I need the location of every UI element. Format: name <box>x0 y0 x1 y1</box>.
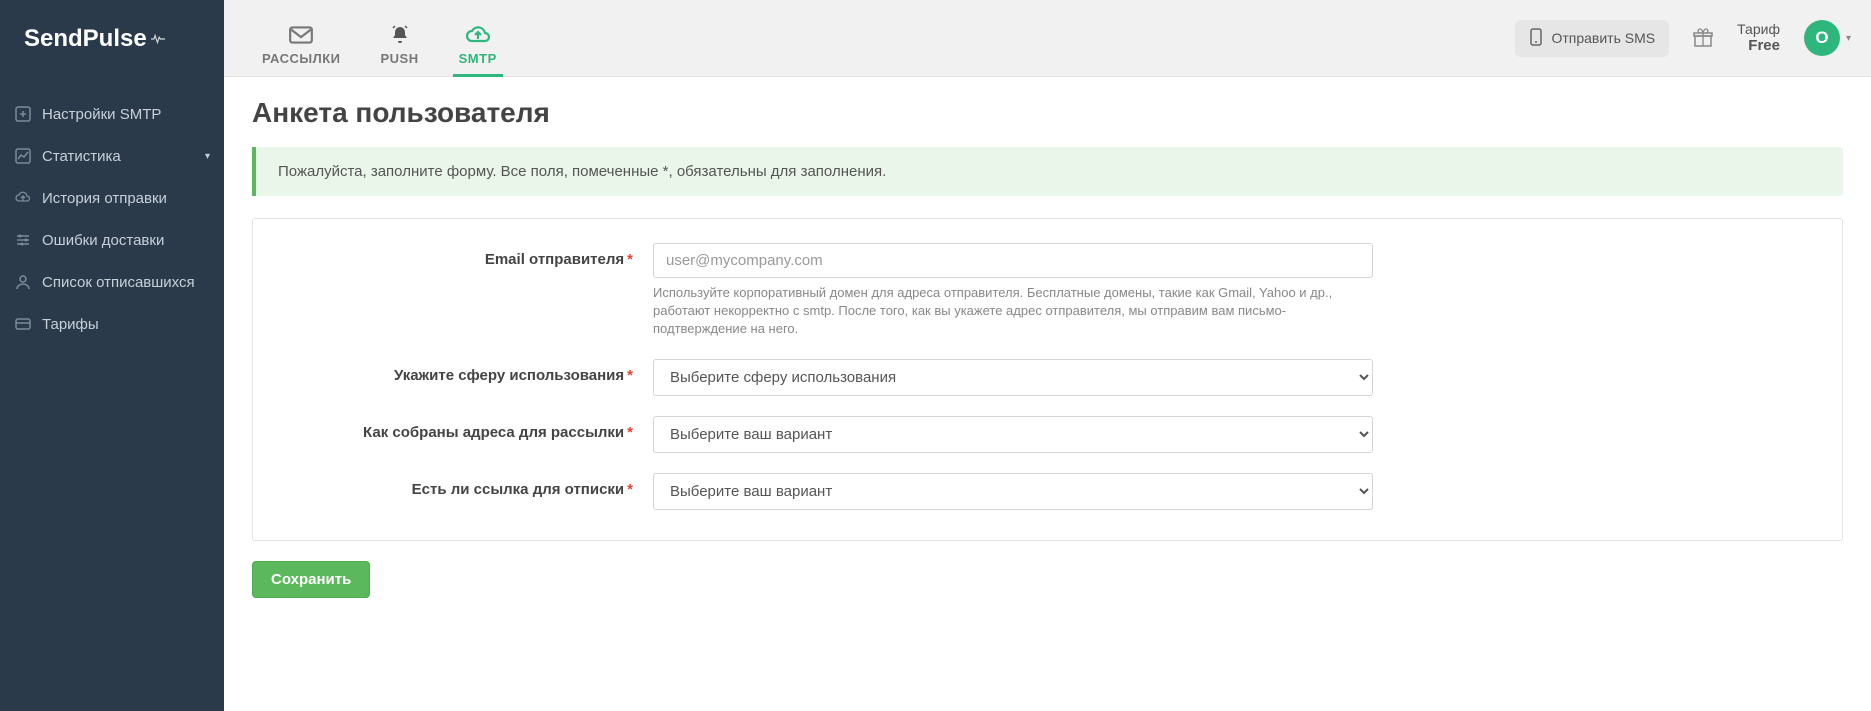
brand-logo[interactable]: SendPulse <box>0 0 224 77</box>
sidebar-item-unsubscribed[interactable]: Список отписавшихся <box>0 261 224 303</box>
tab-mailings[interactable]: РАССЫЛКИ <box>256 0 347 76</box>
tab-push[interactable]: PUSH <box>375 0 425 76</box>
tab-label: РАССЫЛКИ <box>262 51 341 66</box>
cloud-upload-icon <box>464 21 492 49</box>
alert-success: Пожалуйста, заполните форму. Все поля, п… <box>252 147 1843 196</box>
gift-icon[interactable] <box>1693 28 1713 48</box>
sidebar-item-label: Список отписавшихся <box>42 274 195 291</box>
top-tabs: РАССЫЛКИ PUSH SMTP <box>224 0 503 76</box>
avatar: O <box>1804 20 1840 56</box>
send-sms-button[interactable]: Отправить SMS <box>1515 20 1669 57</box>
sidebar-item-smtp-settings[interactable]: Настройки SMTP <box>0 93 224 135</box>
brand-name: SendPulse <box>24 25 147 53</box>
sidebar-item-tariffs[interactable]: Тарифы <box>0 303 224 345</box>
usage-label: Укажите сферу использования* <box>273 359 633 384</box>
tariff-value: Free <box>1737 37 1780 55</box>
tab-smtp[interactable]: SMTP <box>453 0 503 76</box>
form-row-email: Email отправителя* Используйте корпорати… <box>273 243 1822 339</box>
alert-text: Пожалуйста, заполните форму. Все поля, п… <box>278 163 886 180</box>
sidebar-item-label: Настройки SMTP <box>42 106 161 123</box>
sidebar-nav: Настройки SMTP Статистика ▾ История отпр… <box>0 77 224 345</box>
tariff-block: Тариф Free <box>1737 21 1780 56</box>
content: Анкета пользователя Пожалуйста, заполнит… <box>224 77 1871 711</box>
sidebar-item-label: История отправки <box>42 190 167 207</box>
topbar: РАССЫЛКИ PUSH SMTP Отправить SMS Тариф F… <box>224 0 1871 77</box>
upload-cloud-icon <box>14 189 32 207</box>
source-label: Как собраны адреса для рассылки* <box>273 416 633 441</box>
source-select[interactable]: Выберите ваш вариант <box>653 416 1373 453</box>
sidebar: SendPulse Настройки SMTP Статистика ▾ Ис… <box>0 0 224 711</box>
page-title: Анкета пользователя <box>252 97 1843 129</box>
user-menu[interactable]: O ▾ <box>1804 20 1851 56</box>
required-mark: * <box>627 367 633 384</box>
form-row-unsub: Есть ли ссылка для отписки* Выберите ваш… <box>273 473 1822 510</box>
required-mark: * <box>627 424 633 441</box>
sms-button-label: Отправить SMS <box>1551 30 1655 46</box>
tariff-label: Тариф <box>1737 21 1780 38</box>
topbar-right: Отправить SMS Тариф Free O ▾ <box>1515 0 1871 76</box>
sidebar-item-errors[interactable]: Ошибки доставки <box>0 219 224 261</box>
email-help-text: Используйте корпоративный домен для адре… <box>653 284 1373 339</box>
bell-icon <box>388 21 412 49</box>
chevron-down-icon: ▾ <box>205 151 210 162</box>
sliders-icon <box>14 231 32 249</box>
main: Анкета пользователя Пожалуйста, заполнит… <box>224 0 1871 711</box>
sidebar-item-label: Статистика <box>42 148 121 165</box>
unsub-label: Есть ли ссылка для отписки* <box>273 473 633 498</box>
unsub-select[interactable]: Выберите ваш вариант <box>653 473 1373 510</box>
tab-label: SMTP <box>459 51 497 66</box>
sidebar-item-stats[interactable]: Статистика ▾ <box>0 135 224 177</box>
sidebar-item-history[interactable]: История отправки <box>0 177 224 219</box>
save-button[interactable]: Сохранить <box>252 561 370 598</box>
required-mark: * <box>627 481 633 498</box>
card-icon <box>14 315 32 333</box>
email-input[interactable] <box>653 243 1373 278</box>
required-mark: * <box>627 251 633 268</box>
email-label: Email отправителя* <box>273 243 633 268</box>
form-row-source: Как собраны адреса для рассылки* Выберит… <box>273 416 1822 453</box>
form-panel: Email отправителя* Используйте корпорати… <box>252 218 1843 541</box>
pulse-icon <box>147 30 165 48</box>
phone-icon <box>1529 28 1543 49</box>
sidebar-item-label: Тарифы <box>42 316 99 333</box>
chart-icon <box>14 147 32 165</box>
sidebar-item-label: Ошибки доставки <box>42 232 164 249</box>
user-icon <box>14 273 32 291</box>
usage-select[interactable]: Выберите сферу использования <box>653 359 1373 396</box>
chevron-down-icon: ▾ <box>1846 33 1851 44</box>
mail-icon <box>288 21 314 49</box>
form-row-usage: Укажите сферу использования* Выберите сф… <box>273 359 1822 396</box>
settings-square-icon <box>14 105 32 123</box>
tab-label: PUSH <box>381 51 419 66</box>
